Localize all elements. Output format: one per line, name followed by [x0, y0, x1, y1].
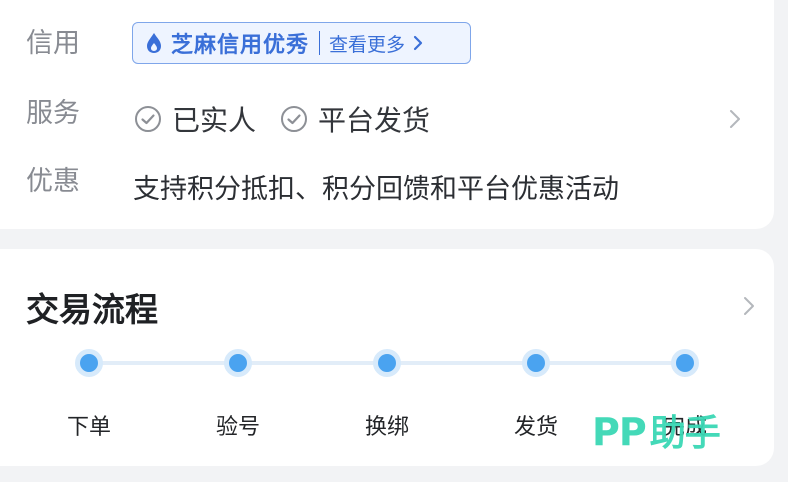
service-list: 已实人 平台发货 [134, 99, 454, 139]
service-item-verified: 已实人 [134, 99, 256, 139]
chevron-right-icon [413, 35, 423, 51]
badge-divider [319, 31, 321, 55]
watermark-latin: PP [592, 410, 647, 454]
flame-icon [143, 32, 165, 54]
check-circle-icon [281, 106, 308, 132]
credit-label: 信用 [26, 28, 80, 59]
flow-step-label: 下单 [66, 415, 111, 440]
service-label: 服务 [26, 98, 80, 129]
credit-rating-text: 芝麻信用优秀 [171, 33, 310, 58]
flow-step-label: 发货 [513, 415, 558, 440]
service-item-label: 已实人 [172, 104, 257, 137]
flow-step-dot [373, 349, 401, 377]
check-circle-icon [135, 106, 161, 132]
view-more-link[interactable]: 查看更多 [329, 30, 405, 57]
zhima-credit-badge[interactable]: 芝麻信用优秀 查看更多 [132, 22, 471, 64]
flow-step-dot [75, 349, 103, 377]
watermark-cn: 助手 [649, 413, 721, 454]
promo-label: 优惠 [26, 166, 80, 197]
flow-step-label: 验号 [215, 415, 260, 440]
product-info-card: 信用 芝麻信用优秀 查看更多 服务 已实人 平台发货 优惠 支持积分抵扣、积分回… [0, 0, 774, 229]
chevron-right-icon[interactable] [742, 295, 756, 317]
flow-step-label: 换绑 [364, 415, 409, 440]
chevron-right-icon[interactable] [728, 108, 742, 130]
pp-assistant-watermark: PP 助手 [592, 404, 721, 456]
flow-step-dot [224, 349, 252, 377]
promo-text: 支持积分抵扣、积分回馈和平台优惠活动 [133, 174, 619, 205]
flow-step-dot [671, 349, 699, 377]
service-item-label: 平台发货 [318, 104, 431, 137]
service-item-platform-shipping: 平台发货 [280, 99, 430, 139]
flow-title: 交易流程 [26, 290, 158, 329]
flow-step-dot [522, 349, 550, 377]
